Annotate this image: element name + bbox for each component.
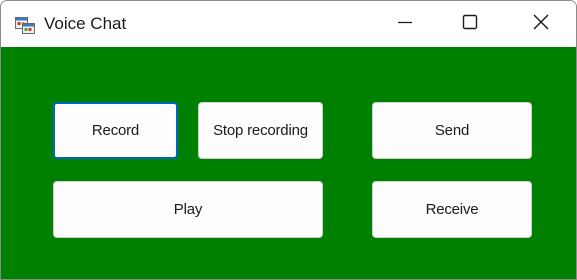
form-client-area: Record Stop recording Send Play Receive [1,47,576,279]
window-title: Voice Chat [44,14,127,33]
minimize-button[interactable] [381,1,429,47]
voice-chat-window: Voice Chat Record Stop recording Send Pl… [0,0,577,280]
receive-button[interactable]: Receive [372,181,532,238]
app-form-icon [15,14,35,34]
record-button[interactable]: Record [53,102,178,159]
close-icon [533,14,549,35]
close-button[interactable] [517,1,565,47]
title-bar[interactable]: Voice Chat [1,1,576,47]
stop-recording-button[interactable]: Stop recording [198,102,323,159]
minimize-icon [397,14,413,35]
play-button[interactable]: Play [53,181,323,238]
maximize-icon [462,14,478,35]
maximize-button[interactable] [446,1,494,47]
send-button[interactable]: Send [372,102,532,159]
